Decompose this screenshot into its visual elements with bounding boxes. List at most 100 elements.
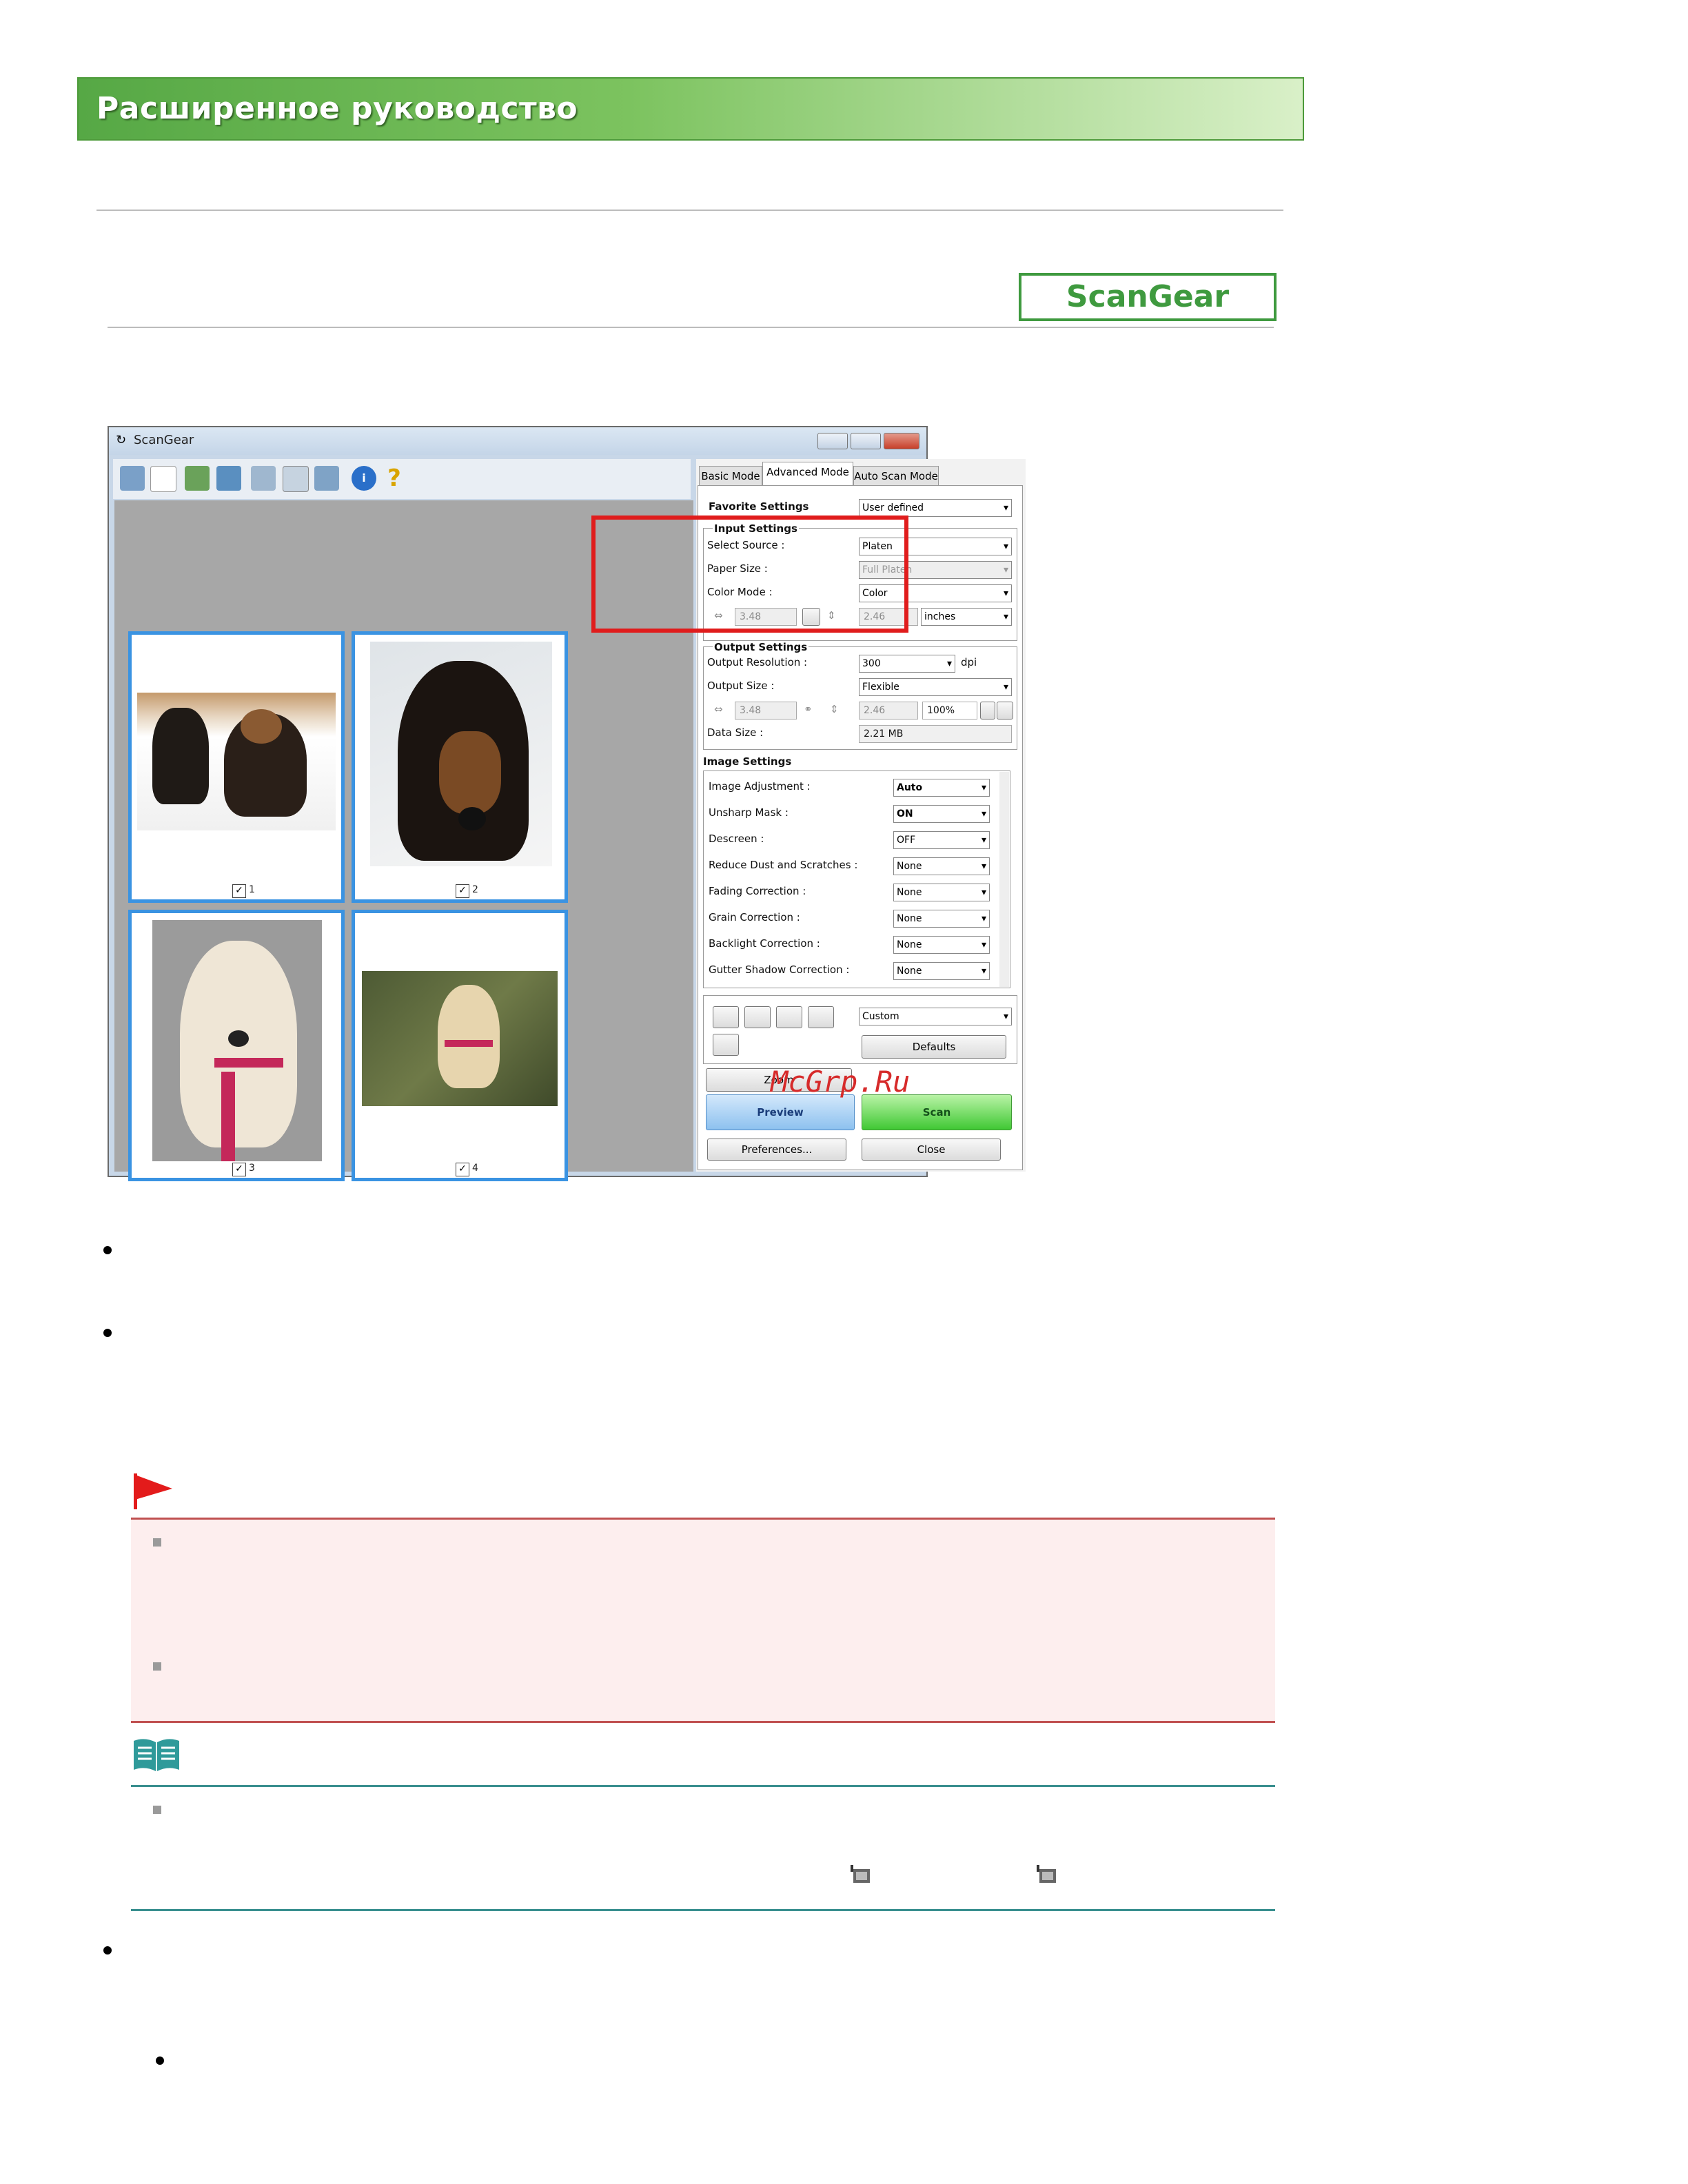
thumbnail-3-number: 3: [249, 1163, 255, 1174]
color-preset-select[interactable]: Custom: [859, 1008, 1012, 1025]
scangear-icon: ↻: [116, 433, 127, 447]
preview-button[interactable]: Preview: [706, 1094, 855, 1130]
labrador-photo: [152, 920, 322, 1161]
favorite-settings-label: Favorite Settings: [709, 500, 809, 513]
maximize-button[interactable]: [851, 433, 881, 449]
adjust-frame-icon: [851, 1865, 870, 1883]
favorite-settings-select[interactable]: User defined: [859, 499, 1012, 517]
header-title: Расширенное руководство: [96, 91, 578, 126]
divider: [108, 327, 1274, 328]
image-setting-label: Backlight Correction :: [709, 937, 820, 950]
threshold-icon[interactable]: [713, 1034, 739, 1056]
image-setting-label: Unsharp Mask :: [709, 806, 789, 819]
units-select[interactable]: inches: [921, 608, 1012, 626]
image-setting-select[interactable]: None: [893, 936, 990, 954]
bullet: [156, 2057, 164, 2065]
width-icon: ⇔: [714, 703, 723, 715]
output-width-field[interactable]: 3.48: [735, 702, 797, 720]
swap-orientation-icon[interactable]: [997, 702, 1013, 720]
close-button[interactable]: Close: [862, 1139, 1001, 1161]
thumbnail-3[interactable]: ✓ 3: [128, 910, 345, 1181]
tab-basic-mode[interactable]: Basic Mode: [699, 466, 762, 485]
info-icon[interactable]: i: [352, 466, 376, 491]
image-setting-select[interactable]: ON: [893, 805, 990, 823]
brightness-contrast-icon[interactable]: [744, 1006, 771, 1028]
data-size-value: 2.21 MB: [859, 725, 1012, 743]
thumbnail-1-checkbox[interactable]: ✓: [232, 884, 246, 898]
tab-advanced-mode[interactable]: Advanced Mode: [762, 462, 853, 485]
thumbnail-2[interactable]: ✓ 2: [352, 631, 568, 903]
thumbnail-4[interactable]: ✓ 4: [352, 910, 568, 1181]
note-item-marker: [153, 1806, 161, 1814]
divider: [96, 210, 1283, 211]
image-setting-select[interactable]: None: [893, 910, 990, 928]
histogram-icon[interactable]: [776, 1006, 802, 1028]
thumbnail-grid-icon[interactable]: [251, 466, 276, 491]
note-top-line: [131, 1785, 1275, 1787]
output-size-label: Output Size :: [707, 680, 775, 692]
image-setting-select[interactable]: OFF: [893, 831, 990, 849]
watermark: McGrp.Ru: [771, 1065, 911, 1099]
dpi-unit: dpi: [961, 656, 977, 669]
tab-auto-scan-mode[interactable]: Auto Scan Mode: [853, 466, 939, 485]
header-banner: Расширенное руководство: [77, 77, 1304, 141]
adjust-frame-icon: [1037, 1865, 1056, 1883]
thumbnail-4-checkbox[interactable]: ✓: [456, 1163, 469, 1176]
bullet: [103, 1946, 112, 1955]
thumbnail-3-checkbox[interactable]: ✓: [232, 1163, 246, 1176]
image-setting-select[interactable]: Auto: [893, 779, 990, 797]
caution-flag-icon: [134, 1473, 172, 1509]
image-setting-label: Reduce Dust and Scratches :: [709, 859, 858, 871]
toolbar: i ?: [113, 459, 691, 499]
scanner-icon[interactable]: [120, 466, 145, 491]
output-resolution-select[interactable]: 300: [859, 655, 955, 673]
document-icon[interactable]: [150, 466, 176, 492]
help-icon[interactable]: ?: [382, 466, 407, 491]
image-setting-select[interactable]: None: [893, 884, 990, 901]
thumbnail-1-number: 1: [249, 884, 255, 895]
output-height-field[interactable]: 2.46: [859, 702, 918, 720]
dog-on-grass-photo: [362, 971, 558, 1106]
image-setting-label: Gutter Shadow Correction :: [709, 963, 850, 976]
bullet: [103, 1246, 112, 1254]
image-setting-label: Descreen :: [709, 833, 764, 845]
rotate-icon[interactable]: [216, 466, 241, 491]
image-setting-select[interactable]: None: [893, 962, 990, 980]
note-book-icon: [134, 1739, 179, 1771]
scale-spinner[interactable]: [980, 702, 995, 720]
input-settings-highlight: [591, 516, 908, 633]
preferences-button[interactable]: Preferences...: [707, 1139, 846, 1161]
window-titlebar: ↻ ScanGear: [109, 427, 926, 455]
image-settings-list: [703, 770, 1010, 988]
scangear-badge: ScanGear: [1019, 273, 1277, 321]
minimize-button[interactable]: [817, 433, 848, 449]
crop-icon[interactable]: [185, 466, 210, 491]
thumbnail-4-number: 4: [472, 1163, 478, 1174]
tone-curve-icon[interactable]: [808, 1006, 834, 1028]
image-setting-label: Image Adjustment :: [709, 780, 811, 793]
caution-item-marker: [153, 1538, 161, 1547]
output-size-select[interactable]: Flexible: [859, 678, 1012, 696]
dogs-photo: [137, 693, 336, 830]
caution-box: [131, 1518, 1275, 1723]
scale-field[interactable]: 100%: [922, 702, 977, 720]
thumbnail-2-checkbox[interactable]: ✓: [456, 884, 469, 898]
whole-image-icon[interactable]: [283, 466, 309, 492]
caution-item-marker: [153, 1662, 161, 1671]
thumbnail-1[interactable]: ✓ 1: [128, 631, 345, 903]
link-icon: ⚭: [804, 703, 813, 715]
bullet: [103, 1329, 112, 1337]
close-window-button[interactable]: [884, 433, 919, 449]
color-balance-icon[interactable]: [713, 1006, 739, 1028]
note-bottom-line: [131, 1909, 1275, 1911]
image-settings-scrollbar[interactable]: [999, 772, 1009, 987]
image-setting-label: Fading Correction :: [709, 885, 806, 897]
thumbnail-2-number: 2: [472, 884, 478, 895]
scan-button[interactable]: Scan: [862, 1094, 1012, 1130]
multi-crop-icon[interactable]: [314, 466, 339, 491]
data-size-label: Data Size :: [707, 726, 764, 739]
output-settings-heading: Output Settings: [713, 641, 809, 653]
defaults-button[interactable]: Defaults: [862, 1035, 1006, 1059]
height-icon: ⇕: [830, 703, 839, 715]
image-setting-select[interactable]: None: [893, 857, 990, 875]
